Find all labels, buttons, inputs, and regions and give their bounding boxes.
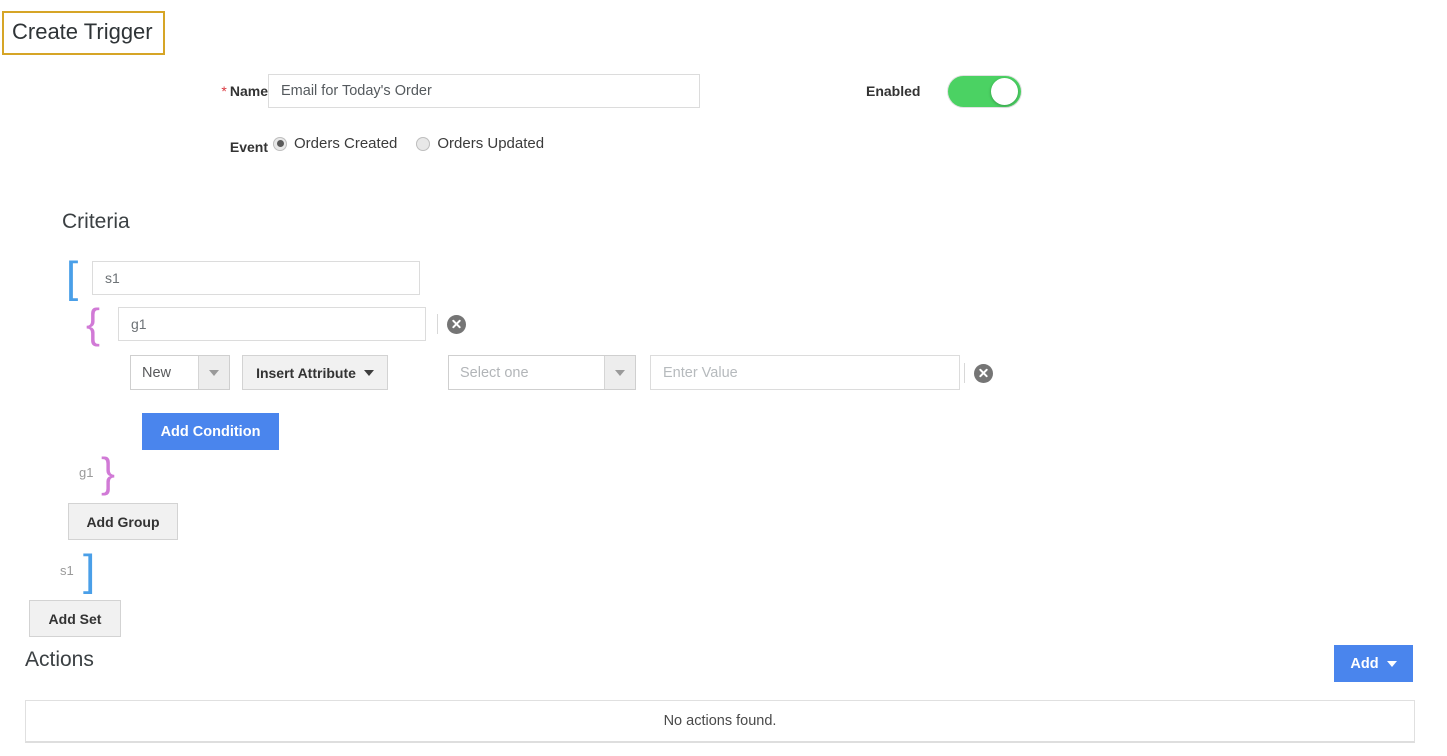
page-title: Create Trigger	[12, 19, 153, 44]
enabled-label: Enabled	[866, 83, 921, 99]
event-radio-group: Orders Created Orders Updated	[273, 135, 544, 152]
chevron-down-icon	[604, 356, 635, 389]
chevron-down-icon	[1386, 660, 1397, 667]
group-close-brace: }	[101, 449, 116, 496]
criteria-heading: Criteria	[62, 210, 130, 233]
group-close-tag: g1	[79, 465, 94, 480]
group-name-input[interactable]	[118, 307, 426, 341]
trigger-name-input[interactable]	[268, 74, 700, 108]
insert-attribute-button[interactable]: Insert Attribute	[242, 355, 388, 390]
set-close-bracket: ]	[83, 546, 96, 595]
add-condition-label: Add Condition	[160, 423, 261, 440]
name-label-text: Name	[229, 83, 268, 99]
group-delete-wrap	[437, 314, 466, 334]
set-open-bracket: [	[66, 253, 79, 302]
actions-heading: Actions	[25, 648, 94, 671]
add-group-label: Add Group	[86, 513, 160, 530]
event-label: Event	[229, 139, 268, 155]
required-marker: *	[221, 83, 227, 99]
actions-empty-message: No actions found.	[663, 713, 777, 729]
condition-delete-wrap	[964, 363, 993, 383]
radio-orders-created-label: Orders Created	[294, 135, 398, 152]
radio-orders-created[interactable]: Orders Created	[273, 135, 397, 152]
add-action-label: Add	[1350, 655, 1379, 672]
add-condition-button[interactable]: Add Condition	[142, 413, 279, 450]
group-open-brace: {	[86, 300, 101, 347]
condition-field-value: Select one	[460, 364, 529, 381]
condition-field-select[interactable]: Select one	[448, 355, 636, 390]
condition-operator-select[interactable]: New	[130, 355, 230, 390]
add-set-button[interactable]: Add Set	[29, 600, 121, 637]
radio-dot-selected-icon	[273, 136, 287, 151]
insert-attribute-label: Insert Attribute	[256, 364, 356, 381]
name-label: * Name	[196, 83, 268, 99]
chevron-down-icon	[198, 356, 229, 389]
actions-table: No actions found.	[25, 700, 1415, 743]
delete-group-icon[interactable]	[447, 314, 466, 334]
set-close-tag: s1	[60, 563, 74, 578]
add-group-button[interactable]: Add Group	[68, 503, 178, 540]
add-action-button[interactable]: Add	[1334, 645, 1413, 682]
radio-orders-updated-label: Orders Updated	[437, 135, 545, 152]
radio-orders-updated[interactable]: Orders Updated	[416, 135, 544, 152]
condition-value-input[interactable]	[650, 355, 960, 390]
divider	[437, 314, 438, 334]
add-set-label: Add Set	[48, 610, 102, 627]
delete-condition-icon[interactable]	[974, 363, 993, 383]
condition-operator-value: New	[142, 364, 172, 381]
radio-dot-unselected-icon	[416, 136, 431, 151]
toggle-knob	[991, 78, 1018, 105]
enabled-toggle[interactable]	[948, 76, 1021, 107]
page-title-box: Create Trigger	[2, 11, 165, 55]
set-name-input[interactable]	[92, 261, 420, 295]
chevron-down-icon	[363, 369, 374, 376]
divider	[964, 363, 965, 383]
